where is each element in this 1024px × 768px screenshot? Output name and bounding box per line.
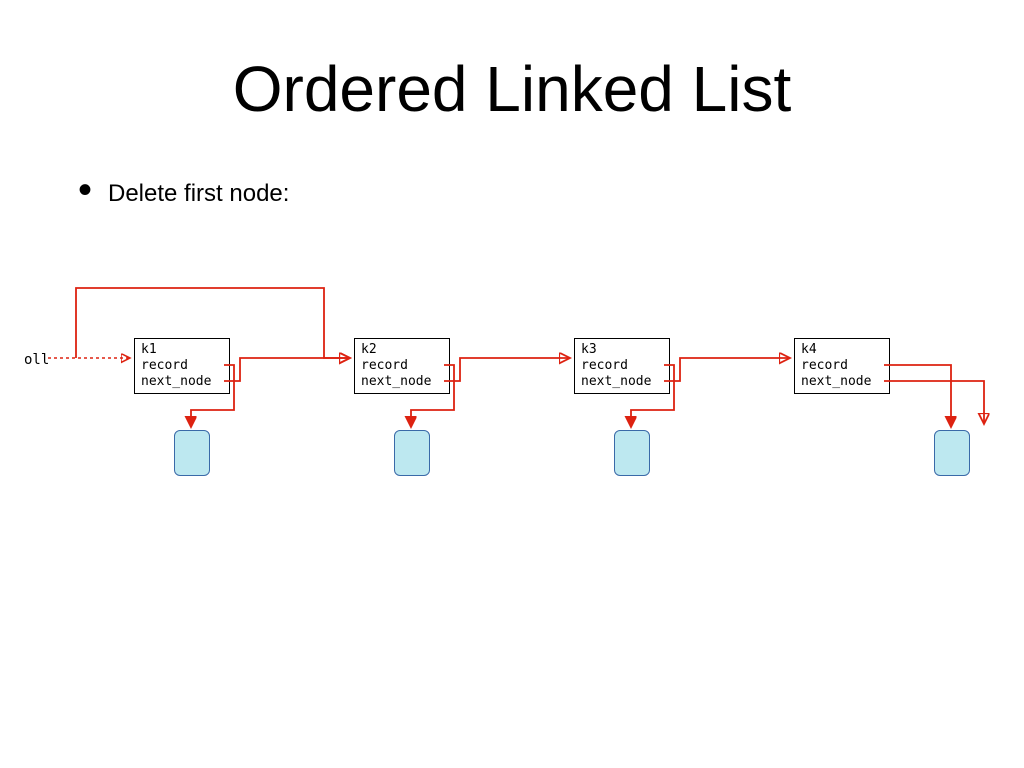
rec-2-pointer xyxy=(411,365,454,427)
linked-list-diagram: oll k1 record next_node k2 record next_n… xyxy=(24,270,1004,530)
rec-1-pointer xyxy=(191,365,234,427)
next-1-to-2 xyxy=(224,358,350,381)
slide-title: Ordered Linked List xyxy=(0,52,1024,126)
oll-bypass-pointer xyxy=(76,288,350,358)
bullet-text: Delete first node: xyxy=(108,180,289,208)
rec-3-pointer xyxy=(631,365,674,427)
rec-4-pointer xyxy=(884,365,951,427)
next-2-to-3 xyxy=(444,358,570,381)
arrows-layer xyxy=(24,270,1004,530)
next-3-to-4 xyxy=(664,358,790,381)
next-4-to-null xyxy=(884,381,984,424)
